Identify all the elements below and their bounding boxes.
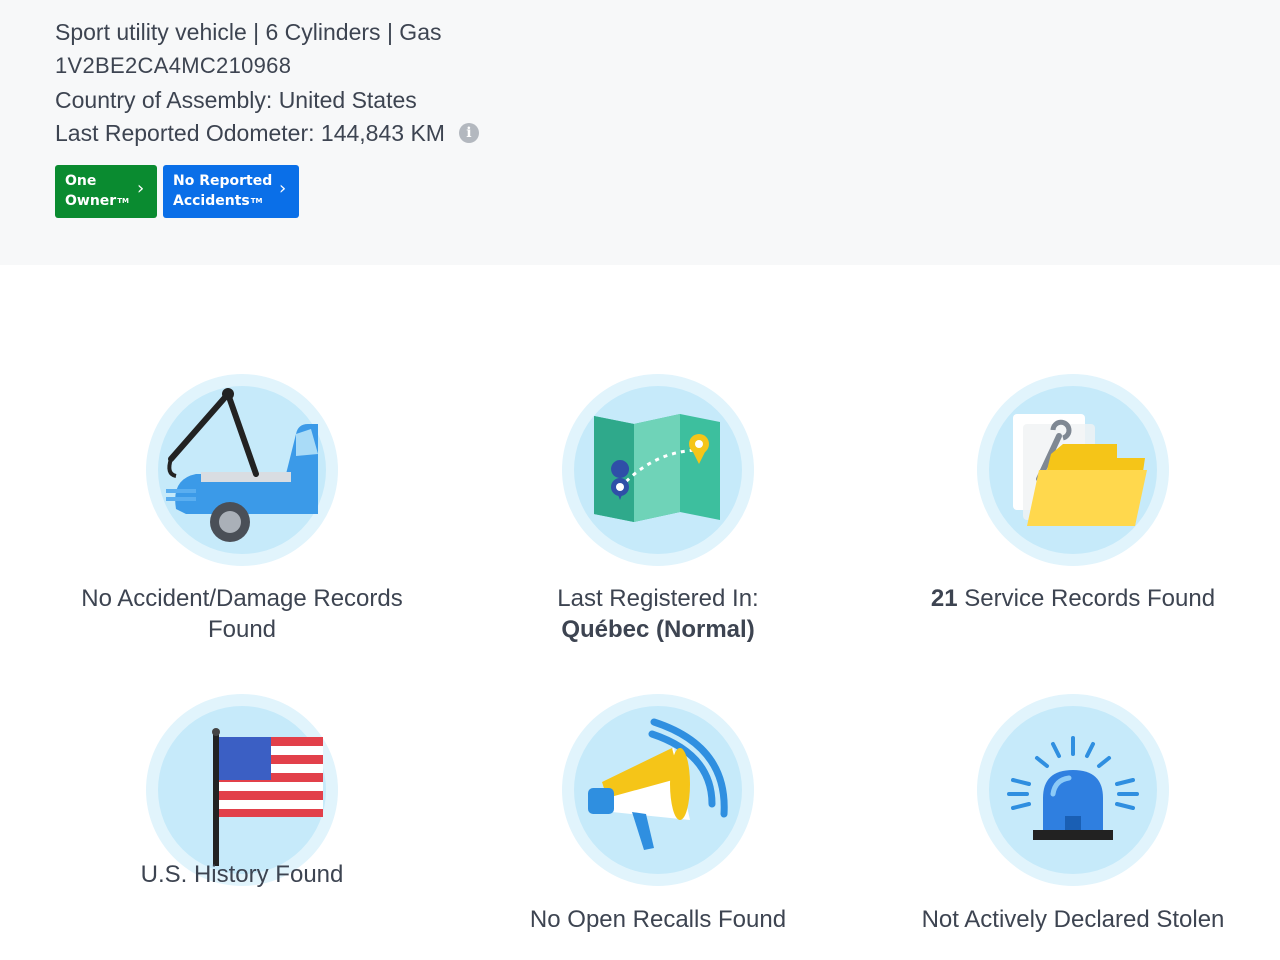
trademark-mark: TM xyxy=(250,197,263,205)
last-registered-illustration xyxy=(562,374,754,566)
stolen-status-illustration xyxy=(977,694,1169,886)
service-folder-icon xyxy=(1013,414,1147,526)
chevron-right-icon: › xyxy=(137,178,145,199)
map-icon xyxy=(594,414,720,522)
chevron-right-icon: › xyxy=(279,178,287,199)
open-recalls-label: No Open Recalls Found xyxy=(529,906,787,933)
service-records-illustration xyxy=(977,374,1169,566)
us-history-label: U.S. History Found xyxy=(140,861,344,888)
stolen-status-label: Not Actively Declared Stolen xyxy=(921,906,1225,933)
accident-records-illustration xyxy=(146,374,338,566)
service-records-label: 21 Service Records Found xyxy=(930,585,1216,612)
vehicle-summary-header: Sport utility vehicle | 6 Cylinders | Ga… xyxy=(0,0,1280,265)
open-recalls-illustration xyxy=(562,694,754,886)
odometer-text: Last Reported Odometer: 144,843 KM xyxy=(55,120,445,146)
country-of-assembly: Country of Assembly: United States xyxy=(55,87,417,113)
last-registered-label: Last Registered In: Québec (Normal) xyxy=(557,585,759,643)
siren-icon xyxy=(1007,736,1139,840)
accident-records-label: No Accident/Damage Records Found xyxy=(81,585,403,643)
info-icon[interactable]: i xyxy=(458,123,479,143)
vehicle-spec: Sport utility vehicle | 6 Cylinders | Ga… xyxy=(55,19,442,45)
trademark-mark: TM xyxy=(117,197,129,205)
us-history-illustration xyxy=(146,694,338,886)
tow-truck-icon xyxy=(166,388,318,542)
vehicle-vin: 1V2BE2CA4MC210968 xyxy=(55,53,292,78)
odometer-row: Last Reported Odometer: 144,843 KM i xyxy=(55,118,479,148)
one-owner-badge[interactable]: One OwnerTM › xyxy=(55,165,157,218)
megaphone-icon xyxy=(588,718,728,850)
us-flag-icon xyxy=(212,728,323,866)
no-reported-accidents-badge[interactable]: No Reported AccidentsTM › xyxy=(163,165,299,218)
